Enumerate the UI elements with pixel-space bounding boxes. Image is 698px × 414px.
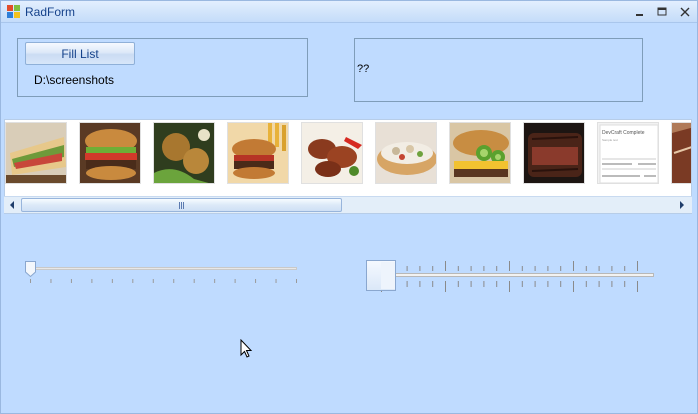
window-title: RadForm	[25, 5, 76, 19]
scroll-left-icon	[10, 201, 14, 209]
thumb-burger-fries[interactable]	[227, 122, 289, 184]
trackbar-right-thumb[interactable]	[366, 260, 396, 291]
trackbar-left-ticks	[30, 279, 297, 283]
status-label: ??	[357, 63, 370, 75]
thumb-grilled-chicken[interactable]	[301, 122, 363, 184]
thumb-jalapeno-burger[interactable]	[449, 122, 511, 184]
thumb-steak[interactable]	[523, 122, 585, 184]
grip-icon	[179, 202, 185, 209]
thumb-document-screenshot[interactable]: DevCraft Complete Sample text	[597, 122, 659, 184]
title-bar[interactable]: RadForm	[1, 1, 697, 23]
minimize-button[interactable]	[629, 3, 651, 20]
thumb-hotdog[interactable]	[375, 122, 437, 184]
screenshot-thumb-subtitle: Sample text	[602, 138, 618, 142]
scroll-right-icon	[680, 201, 684, 209]
app-icon	[7, 5, 20, 18]
thumb-sandwich[interactable]	[5, 122, 67, 184]
scroll-left-button[interactable]	[4, 197, 20, 213]
close-button[interactable]	[674, 3, 696, 20]
thumb-fritters[interactable]	[153, 122, 215, 184]
scroll-right-button[interactable]	[674, 197, 690, 213]
minimize-icon	[636, 13, 643, 16]
trackbar-left-track[interactable]	[30, 267, 297, 270]
screenshot-thumb-title: DevCraft Complete	[602, 130, 645, 136]
horizontal-scrollbar[interactable]	[4, 196, 692, 213]
mouse-cursor-icon	[240, 339, 253, 358]
trackbar-right-track[interactable]	[381, 273, 654, 277]
trackbar-left-thumb[interactable]	[25, 261, 36, 277]
close-icon	[680, 7, 690, 16]
path-label: D:\screenshots	[34, 73, 115, 87]
maximize-button[interactable]	[651, 3, 673, 20]
trackbar-right-ticks	[381, 261, 638, 292]
right-group-box	[354, 38, 643, 102]
scrollbar-thumb[interactable]	[21, 198, 342, 212]
rad-form-window: RadForm Fill List D:\screenshots ?? DevC…	[0, 0, 698, 414]
fill-list-button[interactable]: Fill List	[25, 42, 135, 65]
thumb-meat-partial[interactable]	[671, 122, 691, 184]
maximize-icon	[657, 7, 667, 15]
thumb-burger[interactable]	[79, 122, 141, 184]
